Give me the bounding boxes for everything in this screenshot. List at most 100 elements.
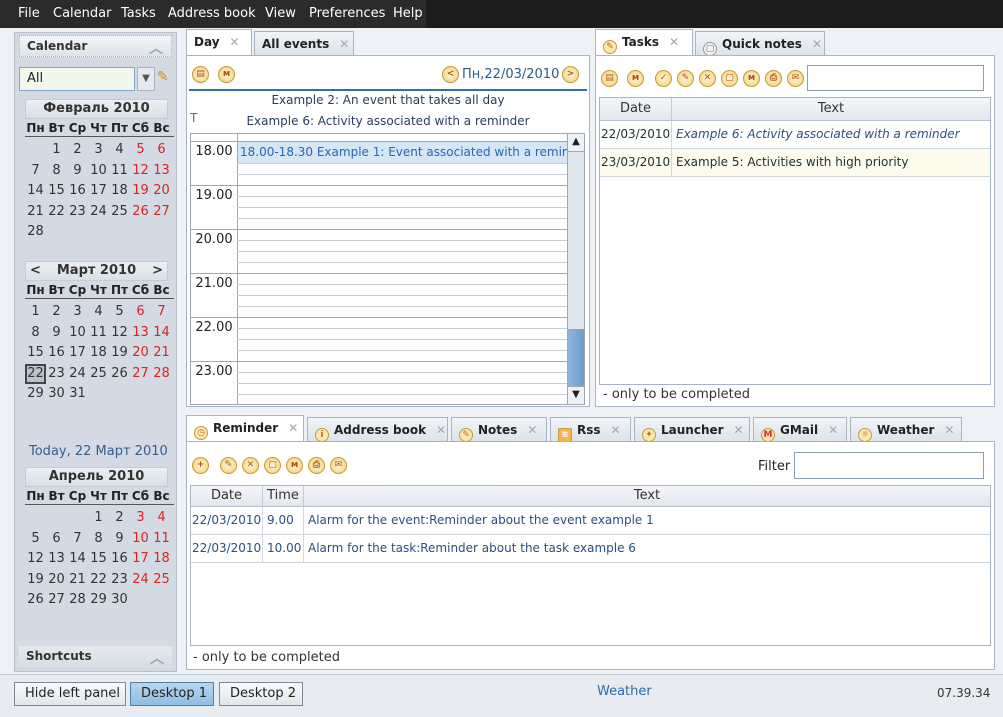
column-date[interactable]: Date — [191, 486, 263, 506]
day-cell[interactable]: 9 — [109, 529, 130, 550]
day-cell[interactable]: 19 — [109, 343, 130, 364]
tab-launcher[interactable]: ✦ Launcher ✕ — [634, 417, 750, 442]
day-cell[interactable]: 18 — [88, 343, 109, 364]
weather-status[interactable]: Weather — [597, 684, 652, 699]
day-cell[interactable]: 16 — [109, 549, 130, 570]
day-cell[interactable]: 14 — [151, 323, 172, 344]
scroll-down-icon[interactable]: ▼ — [568, 386, 584, 404]
tab-tasks[interactable]: ✎ Tasks ✕ — [595, 29, 693, 55]
chevron-down-icon[interactable]: ▼ — [137, 67, 155, 91]
day-cell[interactable]: 27 — [46, 590, 67, 611]
table-row[interactable]: 22/03/2010 10.00 Alarm for the task:Remi… — [191, 535, 990, 563]
day-cell[interactable]: 23 — [67, 202, 88, 223]
hour-grid[interactable]: 18.00 19.00 20.00 21.00 22.00 23.00 18.00-18.… — [190, 133, 568, 405]
day-cell[interactable]: 15 — [46, 181, 67, 202]
day-cell[interactable]: 30 — [46, 384, 67, 405]
day-cell[interactable]: 23 — [46, 364, 67, 385]
day-cell[interactable]: 6 — [151, 140, 172, 161]
day-cell[interactable]: 21 — [25, 202, 46, 223]
shortcuts-panel-header[interactable]: Shortcuts ︿ — [19, 646, 172, 668]
menu-help[interactable]: Help — [393, 6, 423, 22]
day-cell[interactable]: 26 — [25, 590, 46, 611]
menu-tasks[interactable]: Tasks — [121, 6, 156, 22]
day-cell[interactable]: 21 — [151, 343, 172, 364]
day-cell[interactable]: 19 — [130, 181, 151, 202]
day-cell[interactable]: 9 — [46, 323, 67, 344]
day-cell[interactable]: 16 — [67, 181, 88, 202]
day-cell[interactable]: 21 — [67, 570, 88, 591]
reminder-filter-input[interactable] — [794, 452, 984, 479]
day-cell[interactable]: 10 — [67, 323, 88, 344]
day-cell[interactable]: 20 — [130, 343, 151, 364]
day-cell[interactable]: 22 — [25, 363, 46, 384]
day-cell[interactable]: 1 — [25, 302, 46, 323]
day-cell[interactable]: 11 — [88, 323, 109, 344]
day-cell[interactable]: 6 — [130, 302, 151, 323]
day-cell[interactable]: 8 — [25, 323, 46, 344]
desktop-2-button[interactable]: Desktop 2 — [219, 682, 303, 706]
prev-month-icon[interactable]: < — [30, 262, 41, 280]
add-icon[interactable]: + — [192, 457, 209, 474]
day-cell[interactable]: 12 — [25, 549, 46, 570]
new-event-icon[interactable]: ▤ — [192, 66, 209, 83]
prev-day-icon[interactable]: < — [442, 66, 459, 83]
day-cell[interactable]: 8 — [88, 529, 109, 550]
day-cell[interactable]: 17 — [130, 549, 151, 570]
day-cell[interactable]: 6 — [46, 529, 67, 550]
close-icon[interactable]: ✕ — [828, 423, 838, 437]
day-cell[interactable]: 27 — [151, 202, 172, 223]
day-cell[interactable]: 27 — [130, 364, 151, 385]
close-icon[interactable]: ✕ — [669, 35, 679, 49]
day-cell[interactable]: 22 — [46, 202, 67, 223]
day-cell[interactable]: 4 — [151, 508, 172, 529]
day-cell[interactable]: 7 — [151, 302, 172, 323]
day-cell[interactable]: 23 — [109, 570, 130, 591]
day-cell[interactable]: 29 — [88, 590, 109, 611]
desktop-1-button[interactable]: Desktop 1 — [130, 682, 214, 706]
next-day-icon[interactable]: > — [562, 66, 579, 83]
day-cell[interactable]: 3 — [88, 140, 109, 161]
day-cell[interactable]: 5 — [109, 302, 130, 323]
day-cell[interactable]: 18 — [151, 549, 172, 570]
menu-view[interactable]: View — [265, 6, 296, 22]
day-cell[interactable]: 17 — [67, 343, 88, 364]
day-cell[interactable]: 15 — [25, 343, 46, 364]
hide-left-panel-button[interactable]: Hide left panel — [14, 682, 126, 706]
day-cell[interactable]: 24 — [67, 364, 88, 385]
allday-event[interactable]: Example 6: Activity associated with a re… — [187, 114, 589, 128]
menu-address-book[interactable]: Address book — [168, 6, 256, 22]
collapse-chevron-icon[interactable]: ︿ — [150, 648, 164, 668]
day-cell[interactable]: 19 — [25, 570, 46, 591]
mail-icon[interactable]: ✉ — [330, 457, 347, 474]
table-row[interactable]: 23/03/2010 Example 5: Activities with hi… — [600, 149, 990, 177]
find-icon[interactable]: ᴍ — [218, 66, 235, 83]
close-icon[interactable]: ✕ — [812, 37, 822, 51]
day-cell[interactable]: 26 — [130, 202, 151, 223]
day-cell[interactable]: 10 — [88, 161, 109, 182]
delete-icon[interactable]: ✕ — [242, 457, 259, 474]
day-cell[interactable]: 5 — [25, 529, 46, 550]
day-cell[interactable]: 16 — [46, 343, 67, 364]
event-item[interactable]: 18.00-18.30 Example 1: Event associated … — [238, 142, 567, 163]
close-icon[interactable]: ✕ — [436, 423, 446, 437]
scroll-thumb[interactable] — [568, 329, 584, 386]
day-scrollbar[interactable]: ▲ ▼ — [567, 133, 585, 405]
tab-quick-notes[interactable]: ▢ Quick notes ✕ — [695, 31, 825, 56]
day-cell[interactable]: 24 — [88, 202, 109, 223]
day-cell[interactable]: 25 — [109, 202, 130, 223]
close-icon[interactable]: ✕ — [527, 423, 537, 437]
complete-icon[interactable]: ✓ — [655, 70, 672, 87]
day-cell[interactable]: 9 — [67, 161, 88, 182]
close-icon[interactable]: ✕ — [611, 423, 621, 437]
tab-reminder[interactable]: ◷ Reminder ✕ — [186, 415, 304, 441]
day-cell[interactable]: 13 — [46, 549, 67, 570]
day-cell[interactable]: 30 — [109, 590, 130, 611]
day-cell[interactable]: 13 — [130, 323, 151, 344]
find-icon[interactable]: ᴍ — [286, 457, 303, 474]
day-cell[interactable]: 4 — [109, 140, 130, 161]
copy-icon[interactable]: ▢ — [721, 70, 738, 87]
calendar-filter-combo[interactable]: All — [19, 67, 135, 91]
day-cell[interactable]: 3 — [67, 302, 88, 323]
day-cell[interactable]: 25 — [151, 570, 172, 591]
day-cell[interactable]: 1 — [46, 140, 67, 161]
